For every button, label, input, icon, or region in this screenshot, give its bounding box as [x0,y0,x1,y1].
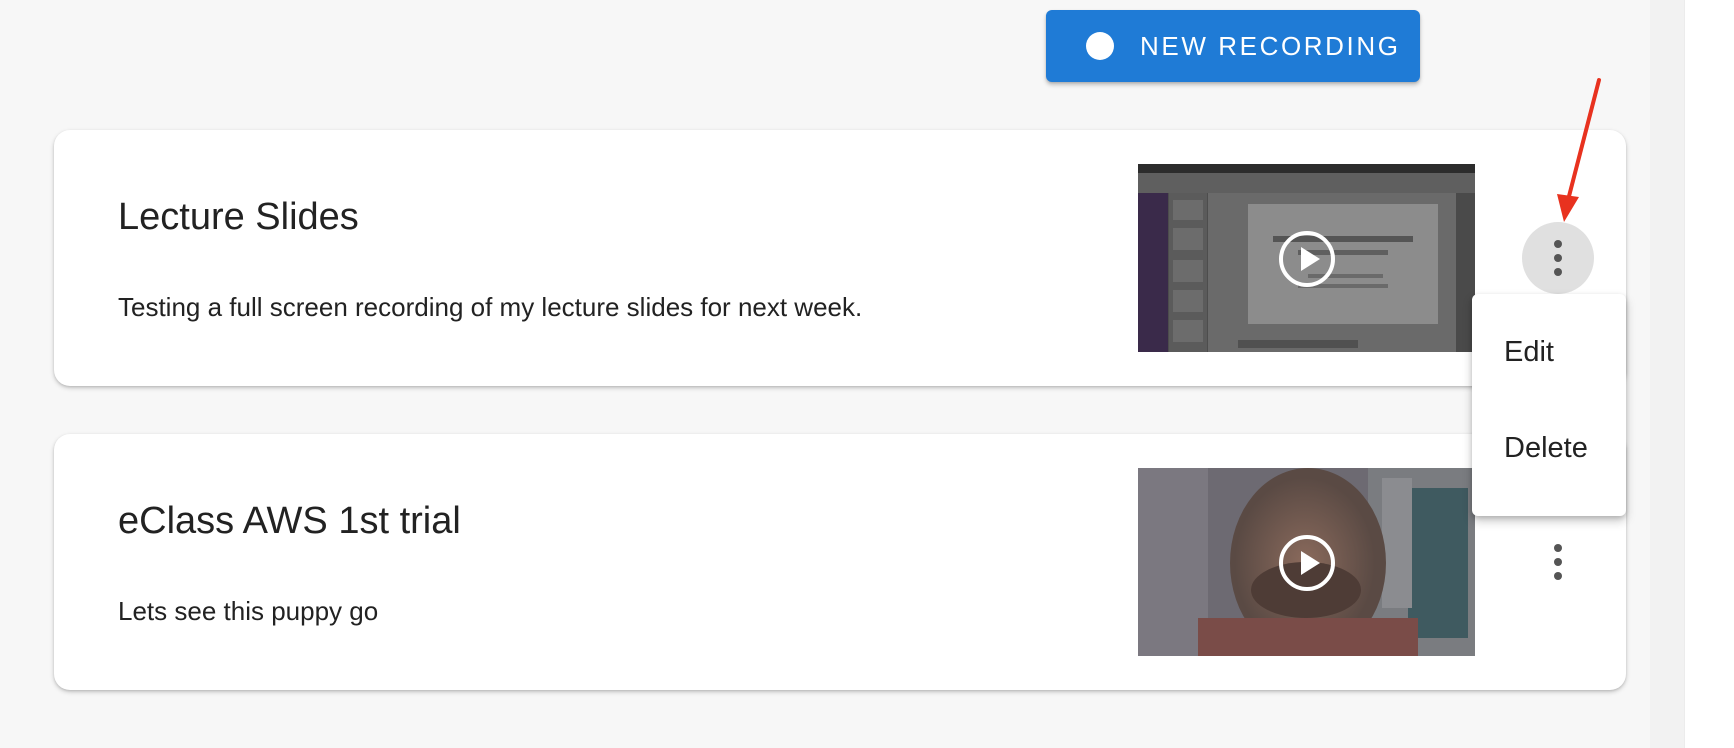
recording-thumbnail[interactable] [1138,468,1475,656]
scrollbar-track[interactable] [1684,0,1734,748]
recording-card: eClass AWS 1st trial Lets see this puppy… [54,434,1626,690]
menu-item-edit[interactable]: Edit [1472,312,1626,392]
more-vert-icon [1554,240,1562,276]
recording-thumbnail[interactable] [1138,164,1475,352]
right-gutter [1650,0,1684,748]
play-circle-icon[interactable] [1278,230,1336,288]
play-circle-icon[interactable] [1278,534,1336,592]
recording-card: Lecture Slides Testing a full screen rec… [54,130,1626,386]
more-vert-icon [1554,544,1562,580]
new-recording-label: NEW RECORDING [1140,30,1401,61]
menu-item-delete[interactable]: Delete [1472,408,1626,488]
context-menu: Edit Delete [1472,294,1626,516]
new-recording-button[interactable]: NEW RECORDING [1046,10,1420,82]
recording-description: Lets see this puppy go [118,596,379,626]
recording-title: Lecture Slides [118,196,359,238]
recording-description: Testing a full screen recording of my le… [118,292,863,322]
record-dot-icon [1086,32,1114,60]
recordings-page: NEW RECORDING Lecture Slides Testing a f… [0,0,1734,748]
recording-title: eClass AWS 1st trial [118,500,461,542]
annotation-arrow-icon [1557,78,1601,222]
more-options-button[interactable] [1522,526,1594,598]
